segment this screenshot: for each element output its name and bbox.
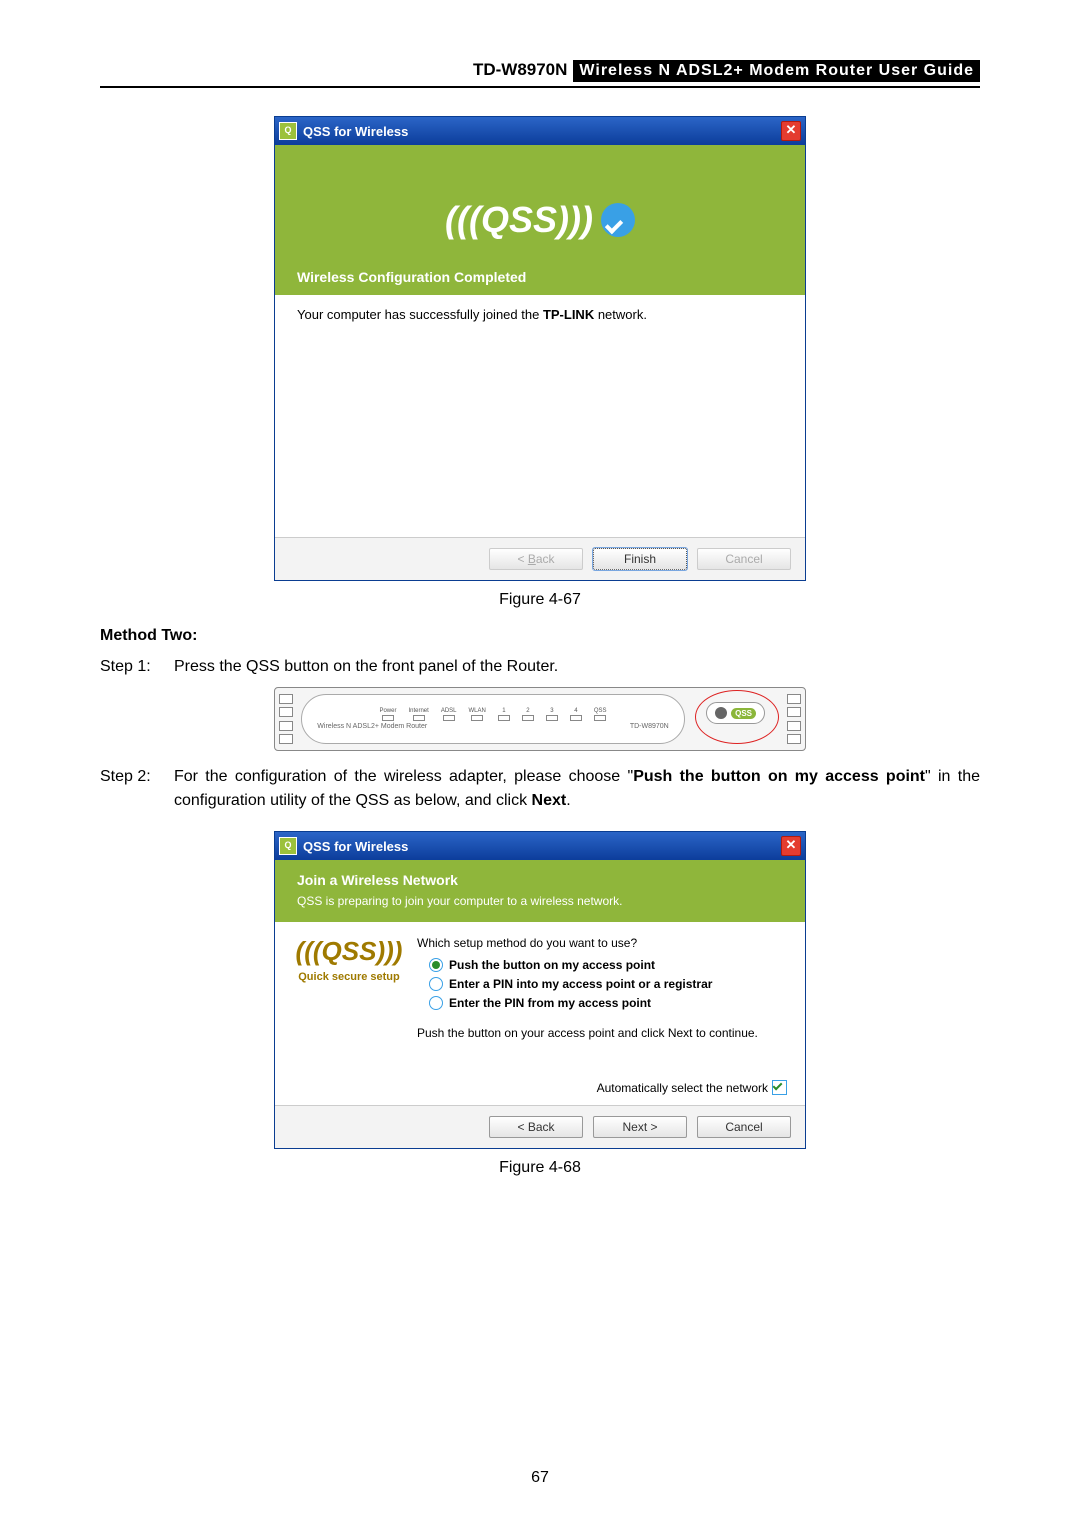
ports-right	[787, 694, 801, 744]
led-row: Power Internet ADSL WLAN 1234 QSS	[379, 708, 606, 721]
setup-question: Which setup method do you want to use?	[417, 936, 787, 950]
close-icon[interactable]: ✕	[781, 836, 801, 856]
header-model: TD-W8970N	[473, 60, 567, 82]
button-row: < Back Finish Cancel	[275, 537, 805, 580]
port-icon	[279, 721, 293, 731]
auto-select-label: Automatically select the network	[597, 1081, 768, 1095]
cancel-button[interactable]: Cancel	[697, 1116, 791, 1138]
option-enter-pin-from-ap[interactable]: Enter the PIN from my access point	[429, 996, 787, 1010]
side-label: Quick secure setup	[293, 971, 405, 983]
side-panel: (((QSS))) Quick secure setup	[293, 936, 405, 1044]
window-title: QSS for Wireless	[303, 124, 781, 139]
window-titlebar: Q QSS for Wireless ✕	[275, 117, 805, 145]
join-subtitle: QSS is preparing to join your computer t…	[297, 894, 783, 908]
auto-select-row: Automatically select the network	[275, 1052, 805, 1105]
helper-text: Push the button on your access point and…	[417, 1026, 787, 1040]
radio-icon	[429, 996, 443, 1010]
qss-button-tag: QSS	[731, 708, 756, 719]
qss-app-icon: Q	[279, 837, 297, 855]
method-two-heading: Method Two:	[100, 627, 980, 645]
port-icon	[279, 694, 293, 704]
step-2-text: For the configuration of the wireless ad…	[174, 765, 980, 813]
back-button: < Back	[489, 548, 583, 570]
document-page: TD-W8970N Wireless N ADSL2+ Modem Router…	[0, 0, 1080, 1527]
auto-select-checkbox[interactable]	[772, 1080, 787, 1095]
router-front-panel: Power Internet ADSL WLAN 1234 QSS Wireless N …	[274, 687, 806, 751]
qss-app-icon: Q	[279, 122, 297, 140]
figure-caption-68: Figure 4-68	[100, 1159, 980, 1177]
window-title: QSS for Wireless	[303, 839, 781, 854]
completed-title: Wireless Configuration Completed	[297, 269, 526, 285]
radio-icon	[429, 977, 443, 991]
window-titlebar: Q QSS for Wireless ✕	[275, 832, 805, 860]
router-desc: Wireless N ADSL2+ Modem Router	[317, 723, 427, 730]
option-push-button[interactable]: Push the button on my access point	[429, 958, 787, 972]
qss-button-dot-icon	[715, 707, 727, 719]
led-qss: QSS	[594, 708, 607, 721]
completed-message-area: Your computer has successfully joined th…	[275, 295, 805, 537]
join-banner: Join a Wireless Network QSS is preparing…	[275, 860, 805, 922]
led-internet: Internet	[408, 708, 428, 721]
port-icon	[279, 707, 293, 717]
port-icon	[787, 734, 801, 744]
check-icon	[601, 203, 635, 237]
option-2-label: Enter a PIN into my access point or a re…	[449, 977, 712, 991]
radio-icon	[429, 958, 443, 972]
option-1-label: Push the button on my access point	[449, 958, 655, 972]
router-qss-button: QSS	[706, 702, 765, 724]
figure-caption-67: Figure 4-67	[100, 591, 980, 609]
step-2-label: Step 2:	[100, 765, 164, 813]
port-icon	[787, 707, 801, 717]
led-power: Power	[379, 708, 396, 721]
finish-button[interactable]: Finish	[593, 548, 687, 570]
back-button[interactable]: < Back	[489, 1116, 583, 1138]
step-1-text: Press the QSS button on the front panel …	[174, 655, 980, 679]
port-icon	[279, 734, 293, 744]
close-icon[interactable]: ✕	[781, 121, 801, 141]
banner-area: (((QSS))) Wireless Configuration Complet…	[275, 145, 805, 295]
options-panel: Which setup method do you want to use? P…	[417, 936, 787, 1044]
port-icon	[787, 721, 801, 731]
qss-join-window: Q QSS for Wireless ✕ Join a Wireless Net…	[274, 831, 806, 1149]
step-1-label: Step 1:	[100, 655, 164, 679]
led-3: 3	[546, 708, 558, 721]
router-inner: Power Internet ADSL WLAN 1234 QSS Wireless N …	[301, 694, 685, 744]
qss-mini-logo: (((QSS)))	[293, 936, 405, 967]
router-label-row: Wireless N ADSL2+ Modem Router TD-W8970N	[317, 723, 668, 730]
port-icon	[787, 694, 801, 704]
option-enter-pin-ap[interactable]: Enter a PIN into my access point or a re…	[429, 977, 787, 991]
next-button[interactable]: Next >	[593, 1116, 687, 1138]
document-header: TD-W8970N Wireless N ADSL2+ Modem Router…	[100, 60, 980, 88]
router-model: TD-W8970N	[630, 723, 669, 730]
led-1: 1	[498, 708, 510, 721]
qss-completed-window: Q QSS for Wireless ✕ (((QSS))) Wireless …	[274, 116, 806, 581]
completed-msg: Your computer has successfully joined th…	[297, 307, 647, 322]
led-4: 4	[570, 708, 582, 721]
ports-left	[279, 694, 293, 744]
qss-logo: (((QSS)))	[445, 199, 593, 241]
header-description: Wireless N ADSL2+ Modem Router User Guid…	[573, 60, 980, 82]
led-adsl: ADSL	[441, 708, 457, 721]
option-3-label: Enter the PIN from my access point	[449, 996, 651, 1010]
step-2: Step 2: For the configuration of the wir…	[100, 765, 980, 813]
led-wlan: WLAN	[469, 708, 486, 721]
cancel-button: Cancel	[697, 548, 791, 570]
step-1: Step 1: Press the QSS button on the fron…	[100, 655, 980, 679]
page-number: 67	[0, 1469, 1080, 1487]
join-title: Join a Wireless Network	[297, 872, 783, 888]
led-2: 2	[522, 708, 534, 721]
button-row: < Back Next > Cancel	[275, 1105, 805, 1148]
qss-banner: (((QSS))) Wireless Configuration Complet…	[275, 145, 805, 295]
setup-method-body: (((QSS))) Quick secure setup Which setup…	[275, 922, 805, 1052]
